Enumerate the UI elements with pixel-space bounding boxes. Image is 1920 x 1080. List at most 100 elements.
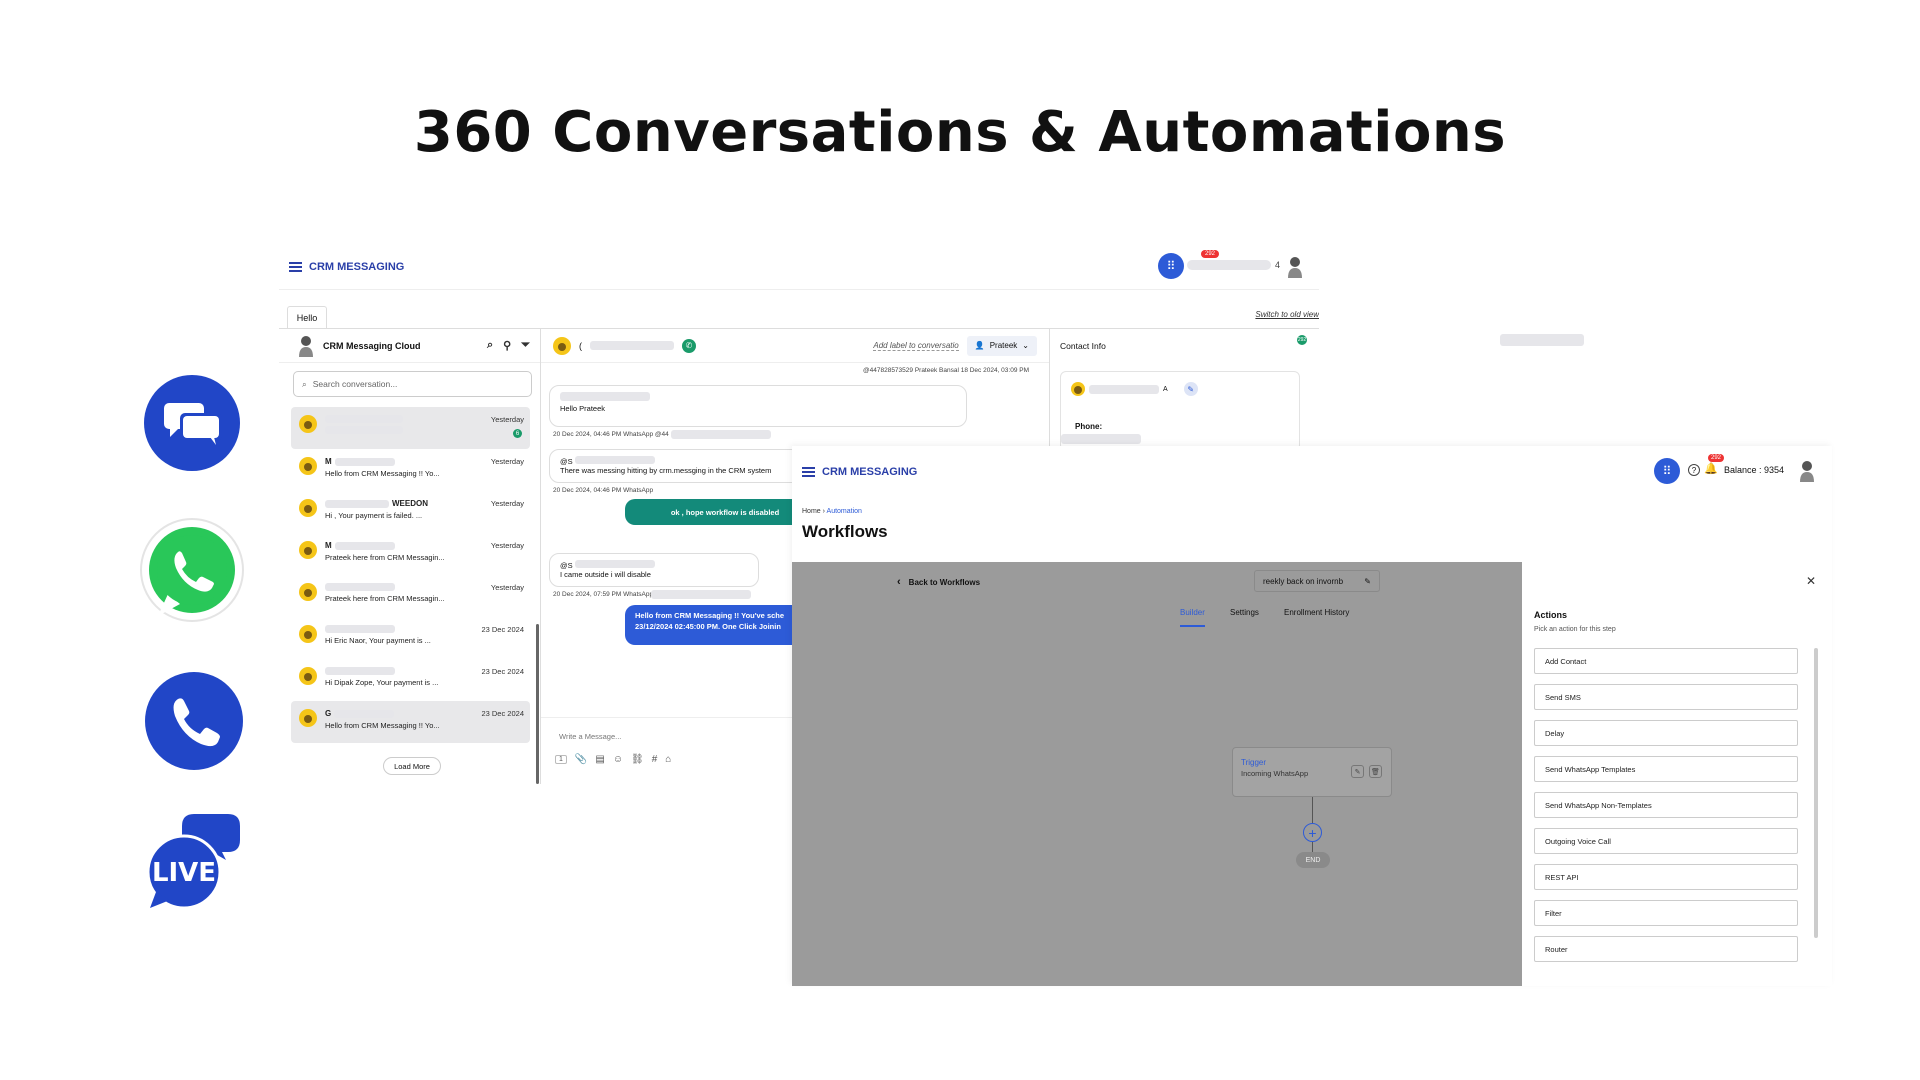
- conversation-item[interactable]: Hi Eric Naor, Your payment is ... 23 Dec…: [291, 617, 530, 659]
- chat-header: ( ✆ Add label to conversatio 👤 Prateek ⌄: [541, 329, 1049, 363]
- conversation-item[interactable]: Yesterday 6: [291, 407, 530, 449]
- tab-settings[interactable]: Settings: [1230, 608, 1259, 617]
- breadcrumb-home[interactable]: Home: [802, 508, 821, 515]
- help-icon[interactable]: ?: [1688, 464, 1700, 476]
- workflow-canvas[interactable]: ‹ Back to Workflows reekly back on invor…: [792, 562, 1522, 986]
- action-add-contact[interactable]: Add Contact: [1534, 648, 1798, 674]
- menu-icon[interactable]: [289, 262, 302, 272]
- top-bar: CRM MESSAGING ⠿ 4 292: [279, 244, 1319, 290]
- tab-enrollment-history[interactable]: Enrollment History: [1284, 608, 1349, 617]
- action-send-sms[interactable]: Send SMS: [1534, 684, 1798, 710]
- scrollbar[interactable]: [536, 624, 539, 784]
- actions-panel: ✕ Actions Pick an action for this step A…: [1522, 562, 1832, 986]
- tab-builder[interactable]: Builder: [1180, 608, 1205, 627]
- name-redacted: [334, 541, 395, 550]
- attachment-icon[interactable]: 📎: [575, 754, 587, 765]
- scrollbar[interactable]: [1814, 648, 1818, 938]
- composer-count[interactable]: 1: [555, 755, 567, 764]
- filter-icon[interactable]: ⏷: [521, 339, 530, 352]
- conversation-time: Yesterday: [490, 499, 524, 508]
- contact-avatar: [1071, 382, 1085, 396]
- workflow-name-field[interactable]: reekly back on invornb ✎: [1254, 570, 1380, 592]
- assignee-dropdown[interactable]: 👤 Prateek ⌄: [966, 335, 1037, 356]
- conversation-item[interactable]: M Hello from CRM Messaging !! Yo... Yeste…: [291, 449, 530, 491]
- action-delay[interactable]: Delay: [1534, 720, 1798, 746]
- page-title: 360 Conversations & Automations: [413, 100, 1507, 165]
- sender-redacted: [574, 456, 655, 464]
- chevron-left-icon: ‹: [897, 576, 901, 588]
- emoji-icon[interactable]: ☺: [613, 754, 623, 765]
- notification-badge: 292: [1201, 250, 1220, 258]
- action-filter[interactable]: Filter: [1534, 900, 1798, 926]
- conversation-item[interactable]: WEEDON Hi , Your payment is failed. ... Y…: [291, 491, 530, 533]
- tab-hello[interactable]: Hello: [287, 306, 327, 328]
- phone-redacted: [1061, 434, 1141, 444]
- breadcrumb-automation[interactable]: Automation: [827, 508, 862, 515]
- trigger-node[interactable]: Trigger Incoming WhatsApp ✎ 🗑: [1232, 747, 1392, 797]
- action-send-whatsapp-non-templates[interactable]: Send WhatsApp Non-Templates: [1534, 792, 1798, 818]
- user-avatar[interactable]: [1798, 460, 1816, 482]
- link-icon[interactable]: ⛓: [631, 754, 644, 765]
- add-label-input[interactable]: Add label to conversatio: [873, 341, 959, 351]
- message-in: @S I came outside i will disable: [549, 553, 759, 587]
- phone-icon: [145, 672, 243, 770]
- back-label: Back to Workflows: [908, 577, 981, 587]
- name-redacted: [325, 415, 403, 423]
- user-avatar[interactable]: [1286, 256, 1304, 278]
- message-input[interactable]: Write a Message...: [559, 732, 621, 741]
- action-router[interactable]: Router: [1534, 936, 1798, 962]
- conversation-item[interactable]: Prateek here from CRM Messagin... Yester…: [291, 575, 530, 617]
- connector-line: [1312, 842, 1313, 852]
- search-icon[interactable]: ⌕: [487, 339, 493, 352]
- close-icon[interactable]: ✕: [1806, 574, 1816, 588]
- edit-icon[interactable]: ✎: [1183, 382, 1198, 396]
- conversation-time: 23 Dec 2024: [481, 625, 524, 634]
- conversation-item[interactable]: G Hello from CRM Messaging !! Yo... 23 De…: [291, 701, 530, 743]
- contact-avatar: [299, 583, 317, 601]
- load-more-button[interactable]: Load More: [383, 757, 441, 775]
- apps-grid-button[interactable]: ⠿: [1654, 458, 1680, 484]
- search-placeholder: Search conversation...: [312, 379, 398, 389]
- conversation-item[interactable]: Hi Dipak Zope, Your payment is ... 23 De…: [291, 659, 530, 701]
- edit-icon[interactable]: ✎: [1364, 577, 1371, 586]
- slide: 360 Conversations & Automations LIVE CRM…: [0, 0, 1920, 1080]
- conversation-item[interactable]: M Prateek here from CRM Messagin... Yeste…: [291, 533, 530, 575]
- hashtag-icon[interactable]: #: [652, 754, 658, 765]
- back-to-workflows-button[interactable]: ‹ Back to Workflows: [897, 576, 980, 588]
- message-text: There was messing hitting by crm.messgin…: [560, 466, 772, 475]
- conversation-preview: Hello from CRM Messaging !! Yo...: [325, 469, 440, 478]
- conversation-time: Yesterday: [490, 457, 524, 466]
- conversation-search[interactable]: ⌕ Search conversation...: [293, 371, 532, 397]
- connector-line: [1312, 797, 1313, 823]
- add-user-icon[interactable]: ⚲: [503, 339, 511, 352]
- chat-contact-redacted: [590, 341, 674, 350]
- template-icon[interactable]: ▤: [595, 754, 604, 765]
- action-outgoing-voice-call[interactable]: Outgoing Voice Call: [1534, 828, 1798, 854]
- bot-icon[interactable]: ⌂: [665, 754, 671, 765]
- contact-name-redacted: [1089, 384, 1159, 394]
- brand-name: CRM MESSAGING: [309, 261, 405, 273]
- conversation-name: M: [325, 541, 332, 550]
- name-redacted: [325, 625, 395, 633]
- chat-contact-initial: (: [579, 340, 582, 351]
- contact-avatar: [299, 709, 317, 727]
- edit-icon[interactable]: ✎: [1351, 765, 1364, 778]
- delete-icon[interactable]: 🗑: [1369, 765, 1382, 778]
- bell-icon[interactable]: 🔔: [1704, 462, 1718, 475]
- switch-old-view-link[interactable]: Switch to old view: [1255, 310, 1319, 319]
- menu-icon[interactable]: [802, 467, 815, 477]
- breadcrumb: Home › Automation: [802, 508, 862, 515]
- conversation-preview: Hello from CRM Messaging !! Yo...: [325, 721, 440, 730]
- phone-label: Phone:: [1075, 422, 1103, 431]
- live-label: LIVE: [152, 858, 216, 888]
- conversation-time: Yesterday: [490, 583, 524, 592]
- action-rest-api[interactable]: REST API: [1534, 864, 1798, 890]
- workflow-name: reekly back on invornb: [1263, 576, 1344, 586]
- conversation-preview: Hi Dipak Zope, Your payment is ...: [325, 678, 439, 687]
- apps-grid-button[interactable]: ⠿: [1158, 253, 1184, 279]
- add-step-button[interactable]: +: [1303, 823, 1322, 842]
- header-name-redacted: [1187, 260, 1271, 270]
- workflow-toolbar: ‹ Back to Workflows reekly back on invor…: [792, 562, 1522, 632]
- action-send-whatsapp-templates[interactable]: Send WhatsApp Templates: [1534, 756, 1798, 782]
- conversation-name: M: [325, 457, 332, 466]
